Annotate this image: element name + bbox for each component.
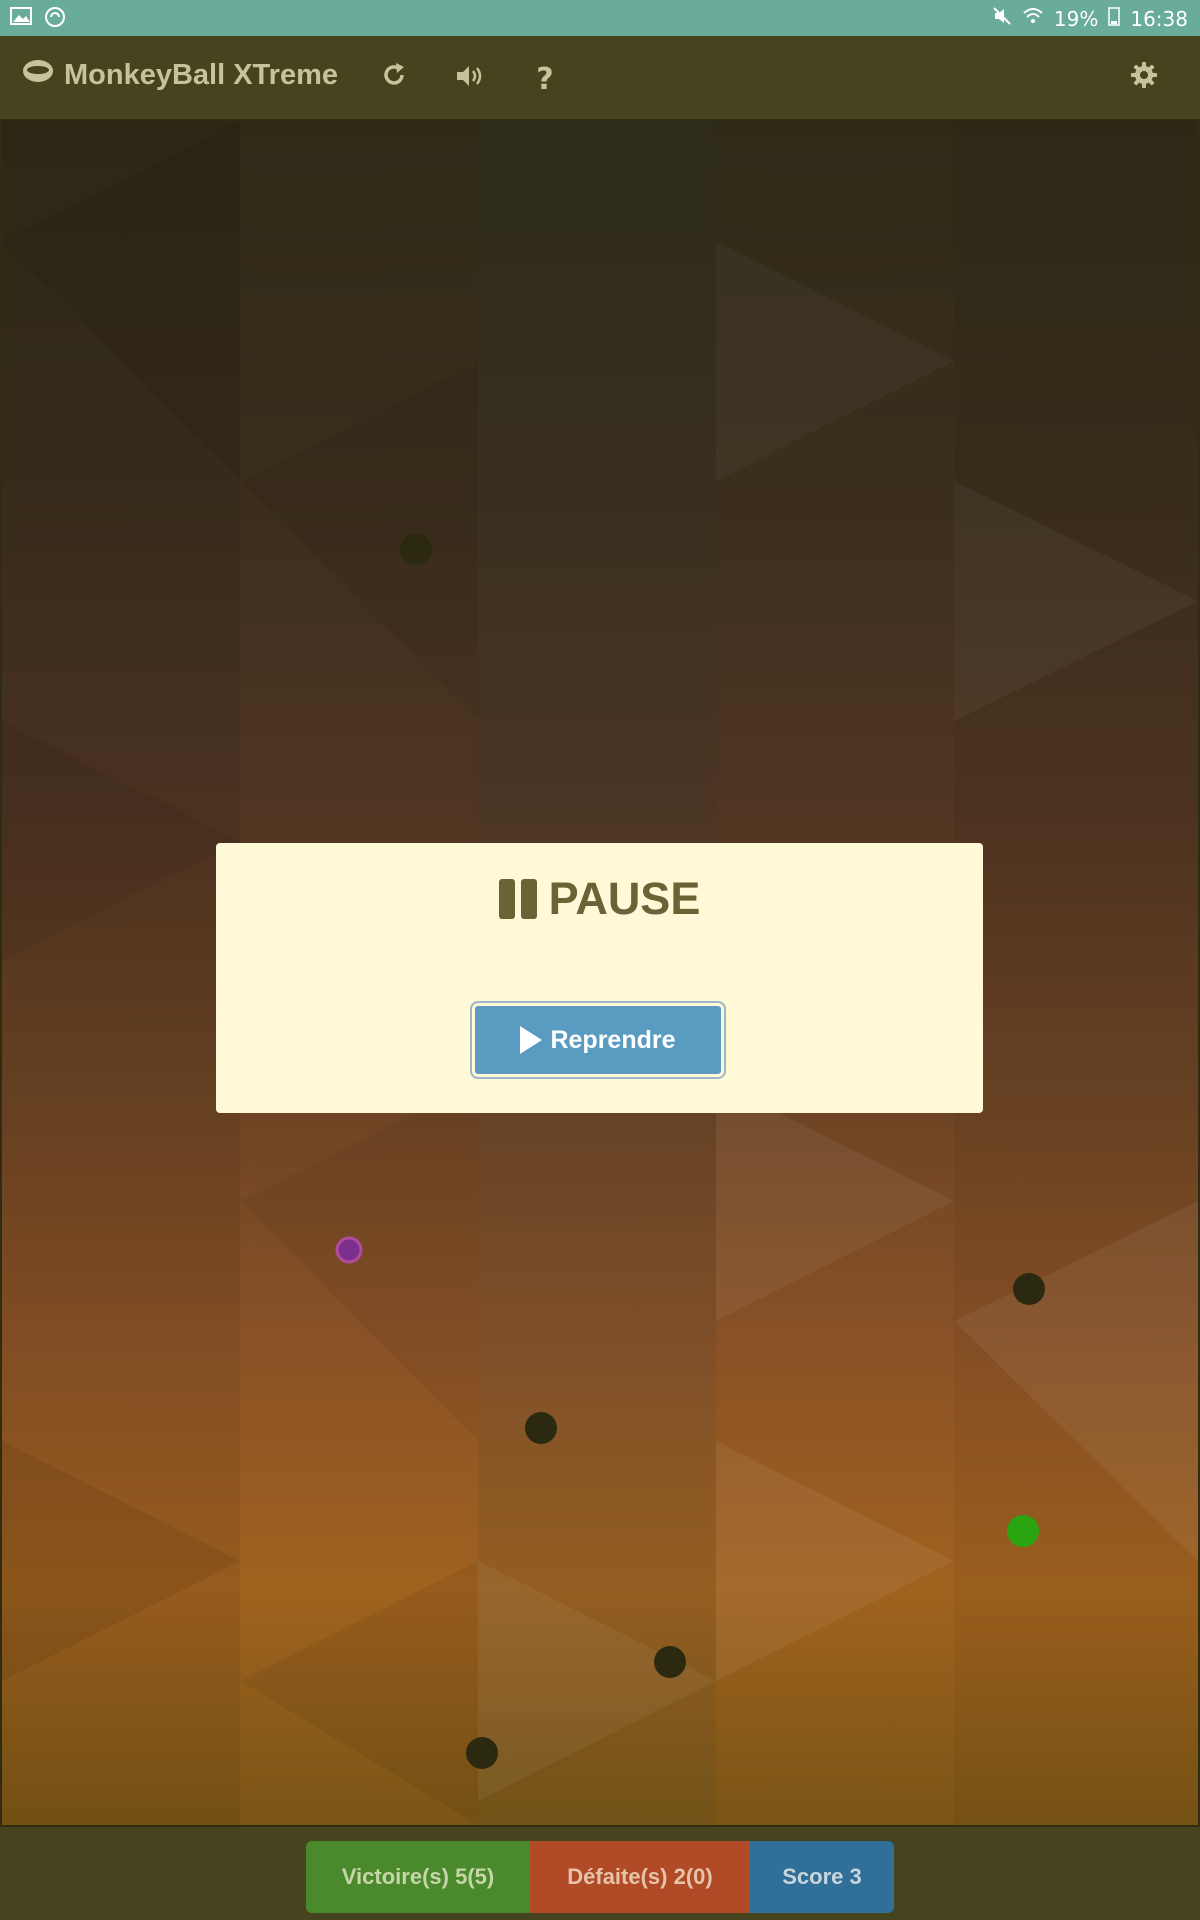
pause-title: PAUSE (216, 873, 983, 925)
mute-icon (992, 6, 1012, 31)
restart-icon (380, 61, 408, 97)
score-bar: Victoire(s) 5(5) Défaite(s) 2(0) Score 3 (306, 1841, 894, 1913)
settings-button[interactable] (1121, 56, 1167, 102)
ball-logo-icon (22, 58, 54, 92)
wifi-icon (1022, 6, 1044, 31)
app-toolbar: MonkeyBall XTreme ? (0, 36, 1200, 120)
defeats-badge: Défaite(s) 2(0) (530, 1841, 750, 1913)
score-text: Score 3 (782, 1864, 862, 1889)
target-ball (1007, 1515, 1039, 1547)
hole-5 (466, 1737, 498, 1769)
resume-label: Reprendre (550, 1025, 676, 1054)
pause-title-text: PAUSE (548, 873, 701, 924)
app-title-text: MonkeyBall XTreme (64, 58, 338, 91)
status-bar: 19% 16:38 (0, 0, 1200, 36)
victories-badge: Victoire(s) 5(5) (306, 1841, 530, 1913)
hole-4 (654, 1646, 686, 1678)
help-icon: ? (536, 61, 554, 97)
pause-dialog: PAUSE Reprendre (216, 843, 983, 1113)
hole-1 (400, 533, 432, 565)
restart-button[interactable] (371, 56, 417, 102)
player-ball[interactable] (335, 1236, 363, 1264)
defeats-text: Défaite(s) 2(0) (567, 1864, 713, 1889)
help-button[interactable]: ? (522, 56, 568, 102)
app-title: MonkeyBall XTreme (22, 58, 338, 92)
hole-3 (525, 1412, 557, 1444)
play-icon (520, 1026, 543, 1054)
battery-label: 19% (1053, 6, 1099, 31)
pause-icon (498, 879, 537, 919)
resume-button[interactable]: Reprendre (470, 1001, 726, 1079)
sync-icon (44, 6, 66, 33)
battery-icon (1108, 6, 1121, 31)
score-badge: Score 3 (750, 1841, 894, 1913)
victories-text: Victoire(s) 5(5) (341, 1864, 495, 1889)
clock: 16:38 (1130, 6, 1188, 31)
image-icon (10, 6, 32, 33)
hole-2 (1013, 1273, 1045, 1305)
sound-button[interactable] (447, 56, 493, 102)
sound-icon (455, 62, 485, 97)
gear-icon (1130, 61, 1158, 97)
